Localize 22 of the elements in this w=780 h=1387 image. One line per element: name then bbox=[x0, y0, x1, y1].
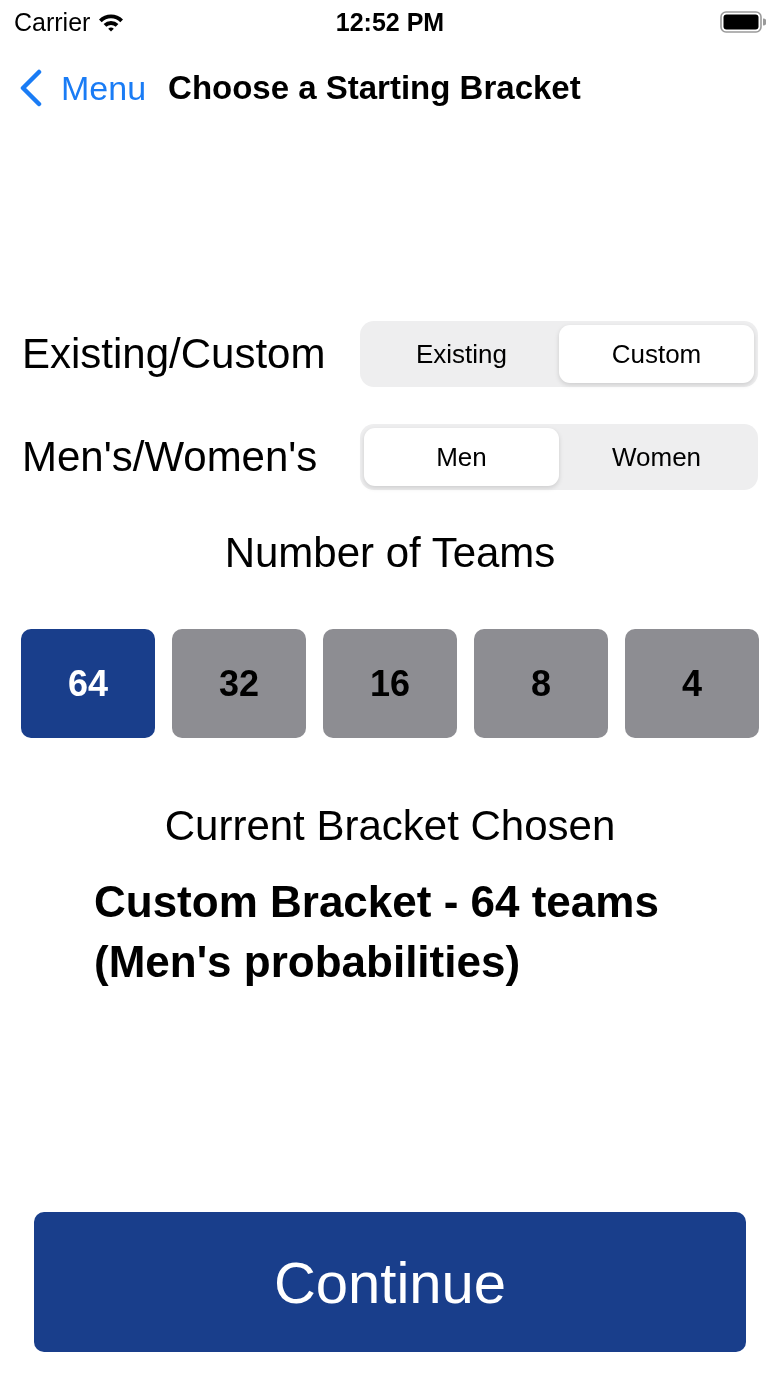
team-count-button[interactable]: 64 bbox=[21, 629, 155, 738]
team-count-button[interactable]: 16 bbox=[323, 629, 457, 738]
team-count-button[interactable]: 32 bbox=[172, 629, 306, 738]
continue-button[interactable]: Continue bbox=[34, 1212, 746, 1352]
setting-label: Men's/Women's bbox=[22, 432, 319, 482]
wifi-icon bbox=[98, 12, 125, 32]
nav-title: Choose a Starting Bracket bbox=[168, 68, 581, 108]
chevron-left-icon bbox=[18, 69, 43, 107]
status-time: 12:52 PM bbox=[335, 7, 445, 37]
team-count-button[interactable]: 8 bbox=[474, 629, 608, 738]
segment-tab[interactable]: Existing bbox=[364, 325, 559, 383]
carrier-label: Carrier bbox=[14, 7, 91, 37]
section-heading: Number of Teams bbox=[224, 528, 556, 578]
team-count-button[interactable]: 4 bbox=[625, 629, 759, 738]
segment-tab[interactable]: Men bbox=[364, 428, 559, 486]
segment-tab[interactable]: Custom bbox=[559, 325, 754, 383]
battery-icon bbox=[720, 11, 766, 33]
back-button[interactable]: Menu bbox=[18, 68, 147, 108]
section-heading: Current Bracket Chosen bbox=[164, 801, 616, 851]
segment-tab[interactable]: Women bbox=[559, 428, 754, 486]
setting-label: Existing/Custom bbox=[22, 329, 327, 379]
bracket-description: Custom Bracket - 64 teams (Men's probabilities) bbox=[94, 876, 659, 988]
